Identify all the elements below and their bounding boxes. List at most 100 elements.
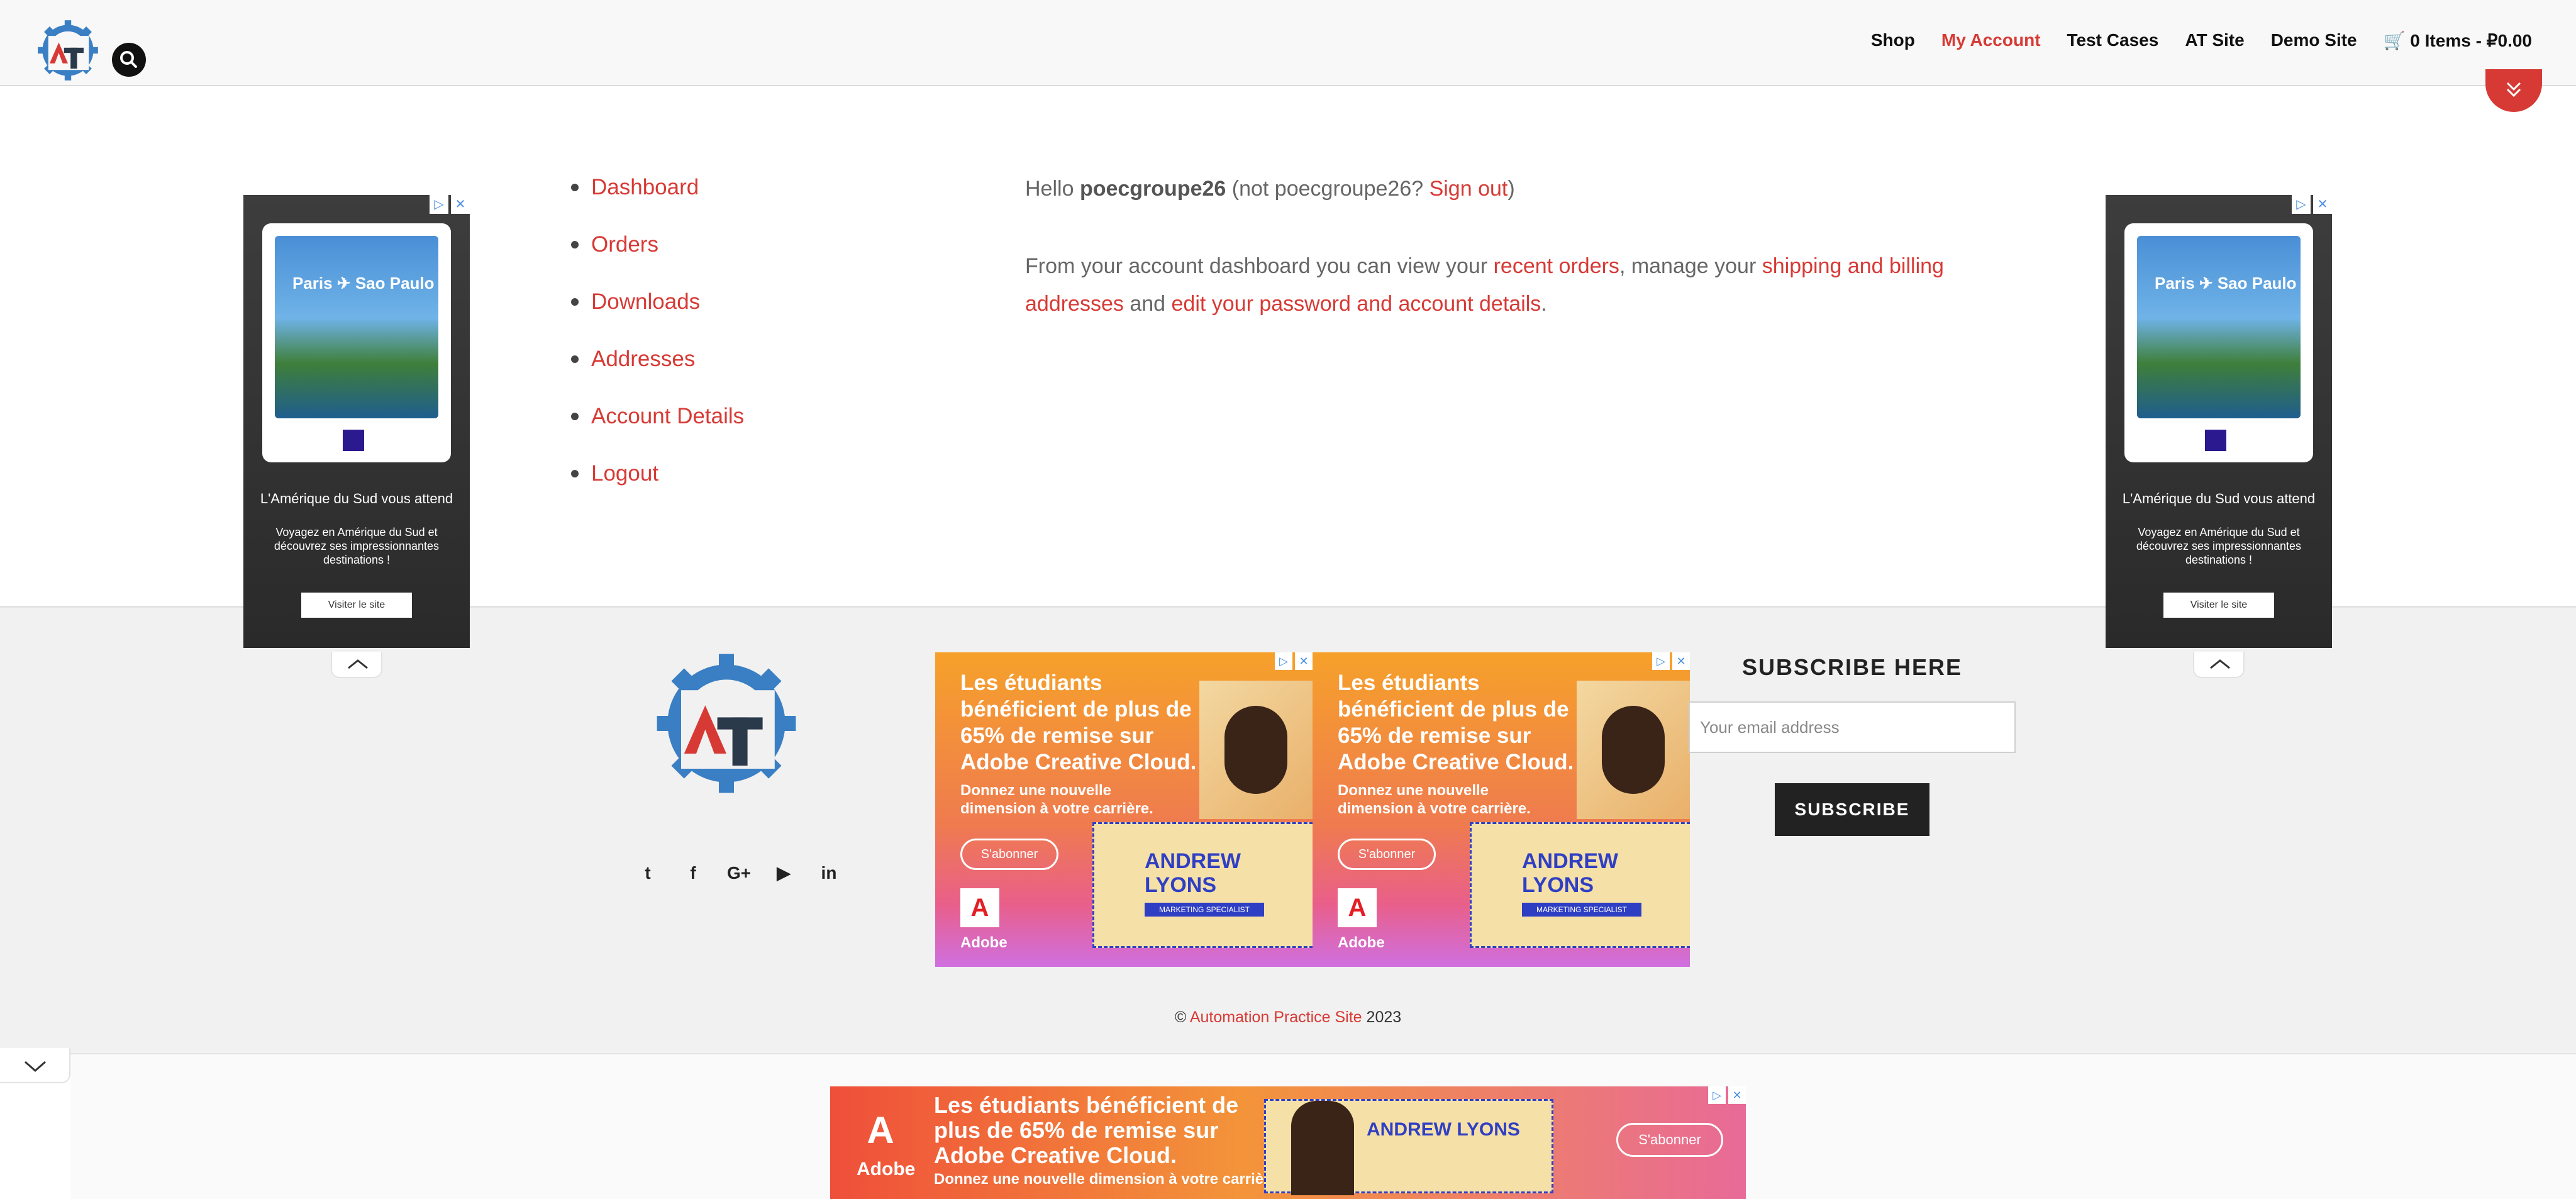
ad-description: Voyagez en Amérique du Sud et découvrez … [2136,526,2302,566]
account-details-link[interactable]: edit your password and account details [1172,292,1541,316]
adobe-logo: A [1338,888,1377,927]
ad-close-icon[interactable]: ✕ [1672,652,1690,670]
side-ad-collapse-tab[interactable] [331,652,382,678]
ad-close-icon[interactable]: ✕ [1728,1086,1746,1104]
ad-info-icon[interactable]: ▷ [1652,652,1670,670]
intro-text: From your account dashboard you can view… [1025,254,1494,278]
nav-shop[interactable]: Shop [1871,30,1915,51]
account-dashboard: Hello poecgroupe26 (not poecgroupe26? Si… [1025,170,1981,323]
ad-visit-button[interactable]: Visiter le site [301,593,412,618]
ad-choices: ▷ ✕ [1275,652,1313,670]
anchor-ad-banner[interactable]: A Adobe Les étudiants bénéficient de plu… [830,1086,1746,1199]
ad-resume-card: ANDREW LYONS MARKETING SPECIALIST [1470,822,1690,948]
ad-cities: Paris ✈ Sao Paulo [2155,274,2297,293]
double-chevron-down-icon [2506,82,2521,98]
ad-close-icon[interactable]: ✕ [451,195,470,214]
ad-brand: Adobe [960,934,1008,951]
ad-person-head [1291,1101,1354,1195]
account-nav-account-details[interactable]: Account Details [566,399,744,456]
ad-info-icon[interactable]: ▷ [1708,1086,1726,1104]
search-icon [120,51,137,68]
nav-cart[interactable]: 🛒 0 Items - ₽0.00 [2384,30,2532,51]
ad-choices: ▷ ✕ [430,195,470,214]
greeting: Hello poecgroupe26 (not poecgroupe26? Si… [1025,170,1981,208]
ad-subscribe-button[interactable]: S'abonner [1616,1123,1723,1157]
copyright-symbol: © [1174,1008,1190,1026]
email-input[interactable] [1689,701,2016,753]
side-ad-collapse-tab[interactable] [2193,652,2245,678]
adobe-ad[interactable]: Les étudiants bénéficient de plus de 65%… [1313,652,1690,967]
chevron-down-icon [25,1061,46,1072]
ad-subtitle: Donnez une nouvelle dimension à votre ca… [1338,782,1531,817]
ad-headline: L'Amérique du Sud vous attend [260,491,453,506]
facebook-icon[interactable]: f [682,862,704,884]
anchor-ad-collapse-tab[interactable] [0,1048,70,1083]
nav-demo-site[interactable]: Demo Site [2271,30,2357,51]
ad-subtitle: Donnez une nouvelle dimension à votre ca… [960,782,1153,817]
account-nav-orders[interactable]: Orders [566,227,744,284]
side-ad-left[interactable]: Paris ✈ Sao Paulo L'Amérique du Sud vous… [243,195,470,648]
ad-info-icon[interactable]: ▷ [2292,195,2311,214]
linkedin-icon[interactable]: in [818,862,840,884]
chevron-up-icon [348,659,368,669]
ad-close-icon[interactable]: ✕ [2313,195,2332,214]
ad-brand: Adobe [1338,934,1385,951]
ad-info-icon[interactable]: ▷ [1275,652,1292,670]
ad-subscribe-button[interactable]: S'abonner [1338,839,1436,870]
username: poecgroupe26 [1079,177,1226,201]
cart-icon: 🛒 [2383,31,2406,50]
ad-card-role: MARKETING SPECIALIST [1145,903,1264,917]
copyright-site-link[interactable]: Automation Practice Site [1190,1008,1362,1026]
nav-test-cases[interactable]: Test Cases [2067,30,2159,51]
ad-description: Voyagez en Amérique du Sud et découvrez … [274,526,440,566]
account-nav-logout[interactable]: Logout [566,456,744,513]
ad-subscribe-button[interactable]: S'abonner [960,839,1058,870]
intro-text: and [1123,292,1172,316]
recent-orders-link[interactable]: recent orders [1494,254,1619,278]
ad-resume-card: ANDREW LYONS MARKETING SPECIALIST [1092,822,1313,948]
ad-person-head [1602,706,1665,794]
dashboard-intro: From your account dashboard you can view… [1025,247,1981,323]
ad-person-image [1199,681,1313,819]
footer-logo[interactable] [651,648,802,799]
search-button[interactable] [112,43,146,77]
ad-brand-icon [2205,430,2226,451]
ad-choices: ▷ ✕ [2292,195,2332,214]
ad-headline: L'Amérique du Sud vous attend [2122,491,2316,506]
account-nav-addresses[interactable]: Addresses [566,342,744,399]
ad-card: Paris ✈ Sao Paulo [262,223,451,462]
ad-brand-icon [343,430,364,451]
nav-my-account[interactable]: My Account [1941,30,2041,51]
adobe-ad[interactable]: Les étudiants bénéficient de plus de 65%… [935,652,1313,967]
ad-photo: Paris ✈ Sao Paulo [275,236,438,418]
ad-title: Les étudiants bénéficient de plus de 65%… [934,1092,1239,1168]
nav-at-site[interactable]: AT Site [2185,30,2244,51]
side-ad-right[interactable]: Paris ✈ Sao Paulo L'Amérique du Sud vous… [2106,195,2332,648]
subscribe-heading: SUBSCRIBE HERE [1741,654,1963,680]
ad-title: Les étudiants bénéficient de plus de 65%… [960,671,1197,774]
ad-card: Paris ✈ Sao Paulo [2124,223,2313,462]
ad-info-icon[interactable]: ▷ [430,195,448,214]
ad-person-image [1577,681,1690,819]
youtube-icon[interactable]: ▶ [772,862,795,884]
greeting-not: (not poecgroupe26? [1226,177,1430,201]
ad-brand: Adobe [857,1159,916,1179]
cart-summary: 0 Items - ₽0.00 [2410,31,2532,50]
chevron-up-icon [2210,659,2230,669]
site-header: Shop My Account Test Cases AT Site Demo … [0,0,2576,86]
account-nav-downloads[interactable]: Downloads [566,284,744,342]
ad-card-role: MARKETING SPECIALIST [1522,903,1641,917]
twitter-icon[interactable]: t [636,862,659,884]
ad-photo: Paris ✈ Sao Paulo [2137,236,2301,418]
subscribe-button[interactable]: SUBSCRIBE [1775,783,1929,836]
account-nav-dashboard[interactable]: Dashboard [566,170,744,227]
ad-close-icon[interactable]: ✕ [1295,652,1313,670]
scroll-down-button[interactable] [2485,69,2542,112]
ad-choices: ▷ ✕ [1652,652,1690,670]
google-plus-icon[interactable]: G+ [727,862,751,884]
ad-resume-card: ANDREW LYONS [1264,1099,1553,1195]
account-navigation: Dashboard Orders Downloads Addresses Acc… [566,170,744,513]
sign-out-link[interactable]: Sign out [1430,177,1508,201]
site-logo[interactable] [35,18,101,83]
ad-visit-button[interactable]: Visiter le site [2163,593,2274,618]
